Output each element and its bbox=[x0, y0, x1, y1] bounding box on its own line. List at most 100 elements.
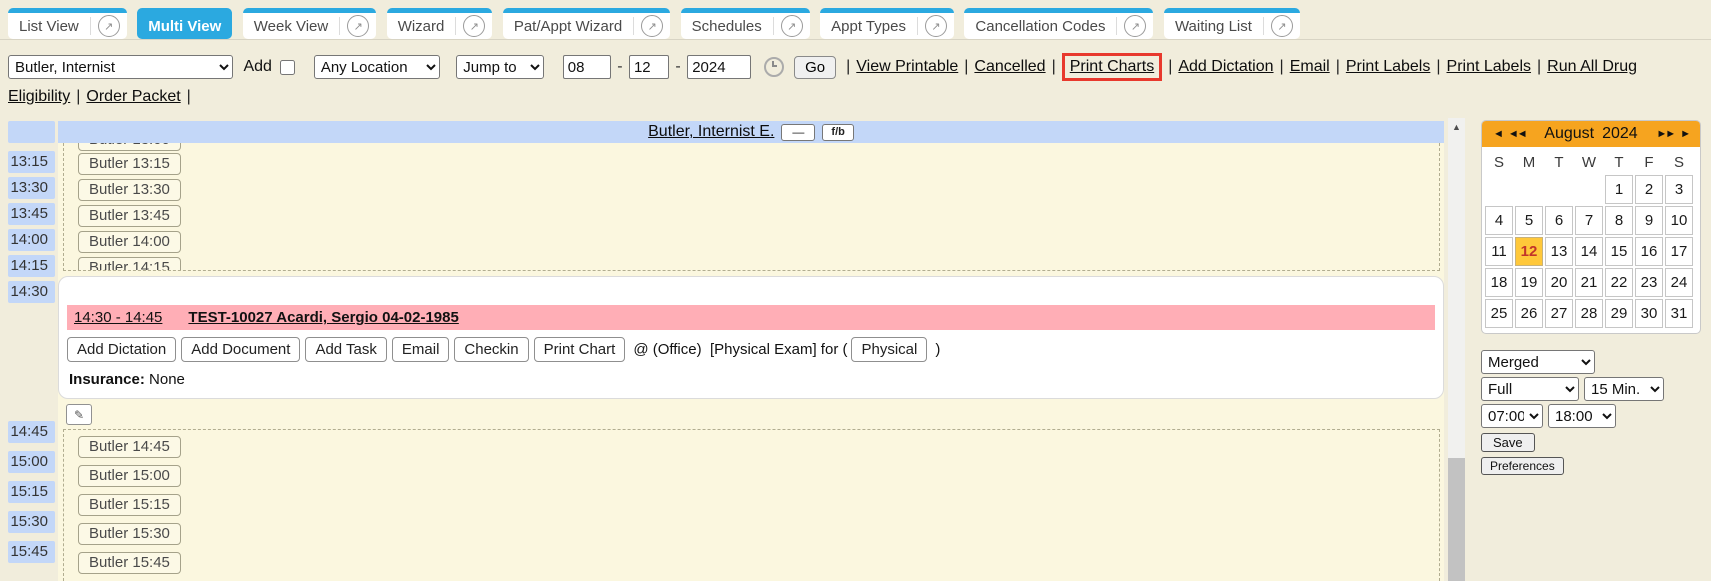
calendar-date[interactable]: 25 bbox=[1485, 299, 1513, 328]
appointment-action-button[interactable]: Add Document bbox=[181, 337, 300, 362]
appointment-action-button[interactable]: Print Chart bbox=[534, 337, 626, 362]
view-tab[interactable]: Cancellation Codes ↗ bbox=[964, 8, 1153, 39]
end-time-select[interactable]: 18:00 bbox=[1548, 404, 1616, 428]
provider-select[interactable]: Butler, Internist bbox=[8, 55, 233, 79]
open-new-window-button[interactable]: ↗ bbox=[634, 15, 670, 37]
open-new-window-button[interactable]: ↗ bbox=[91, 15, 127, 37]
date-day-input[interactable] bbox=[629, 55, 669, 79]
calendar-date[interactable]: 26 bbox=[1515, 299, 1543, 328]
appointment-action-button[interactable]: Add Task bbox=[305, 337, 386, 362]
calendar-date[interactable] bbox=[1485, 175, 1513, 204]
calendar-date[interactable]: 24 bbox=[1665, 268, 1693, 297]
slot-button[interactable]: Butler 13:45 bbox=[78, 205, 181, 227]
calendar-date[interactable]: 27 bbox=[1545, 299, 1573, 328]
slot-button[interactable]: Butler 15:00 bbox=[78, 465, 181, 487]
clock-icon[interactable] bbox=[764, 57, 784, 77]
slot-button[interactable]: Butler 14:45 bbox=[78, 436, 181, 458]
calendar-date[interactable]: 4 bbox=[1485, 206, 1513, 235]
open-new-window-button[interactable]: ↗ bbox=[340, 15, 376, 37]
preferences-button[interactable]: Preferences bbox=[1481, 457, 1564, 475]
calendar-date[interactable]: 22 bbox=[1605, 268, 1633, 297]
view-tab[interactable]: Wizard ↗ bbox=[387, 8, 493, 39]
slot-button[interactable]: Butler 13:15 bbox=[78, 153, 181, 175]
toolbar-link[interactable]: Print Labels bbox=[1346, 58, 1431, 75]
calendar-date[interactable]: 23 bbox=[1635, 268, 1663, 297]
edit-slot-button[interactable]: ✎ bbox=[66, 404, 92, 425]
slot-button[interactable]: Butler 15:15 bbox=[78, 494, 181, 516]
calendar-date[interactable]: 9 bbox=[1635, 206, 1663, 235]
calendar-date[interactable]: 18 bbox=[1485, 268, 1513, 297]
open-new-window-button[interactable]: ↗ bbox=[1264, 15, 1300, 37]
calendar-date[interactable] bbox=[1515, 175, 1543, 204]
appointment-action-button[interactable]: Email bbox=[392, 337, 450, 362]
slot-button[interactable]: Butler 15:45 bbox=[78, 552, 181, 574]
slot-button[interactable]: Butler 14:15 bbox=[78, 257, 181, 271]
view-tab[interactable]: Appt Types ↗ bbox=[820, 8, 954, 39]
location-select[interactable]: Any Location bbox=[314, 55, 440, 79]
calendar-date[interactable]: 17 bbox=[1665, 237, 1693, 266]
calendar-date[interactable]: 28 bbox=[1575, 299, 1603, 328]
view-tab[interactable]: List View ↗ bbox=[8, 8, 127, 39]
date-year-input[interactable] bbox=[687, 55, 751, 79]
collapse-button[interactable]: — bbox=[781, 124, 815, 141]
calendar-date[interactable]: 13 bbox=[1545, 237, 1573, 266]
calendar-date[interactable]: 1 bbox=[1605, 175, 1633, 204]
toolbar-link[interactable]: Print Charts bbox=[1062, 53, 1162, 81]
calendar-date[interactable]: 14 bbox=[1575, 237, 1603, 266]
jump-to-select[interactable]: Jump to bbox=[456, 55, 544, 79]
patient-link[interactable]: TEST-10027 Acardi, Sergio 04-02-1985 bbox=[188, 309, 458, 326]
calendar-date[interactable]: 31 bbox=[1665, 299, 1693, 328]
view-tab[interactable]: Waiting List ↗ bbox=[1164, 8, 1300, 39]
toolbar-link[interactable]: Email bbox=[1290, 58, 1330, 75]
calendar-date[interactable] bbox=[1545, 175, 1573, 204]
reason-button[interactable]: Physical bbox=[851, 337, 927, 362]
calendar-date[interactable]: 21 bbox=[1575, 268, 1603, 297]
open-new-window-button[interactable]: ↗ bbox=[1117, 15, 1153, 37]
toolbar-link[interactable]: Cancelled bbox=[974, 58, 1045, 75]
scrollbar-thumb[interactable] bbox=[1448, 458, 1465, 581]
calendar-date[interactable]: 10 bbox=[1665, 206, 1693, 235]
calendar-next-fast-icon[interactable]: ►► bbox=[1656, 128, 1674, 140]
calendar-date[interactable]: 29 bbox=[1605, 299, 1633, 328]
calendar-date[interactable]: 2 bbox=[1635, 175, 1663, 204]
slot-button[interactable]: Butler 15:30 bbox=[78, 523, 181, 545]
add-checkbox[interactable] bbox=[280, 60, 295, 75]
toolbar-link[interactable]: View Printable bbox=[856, 58, 958, 75]
open-new-window-button[interactable]: ↗ bbox=[456, 15, 492, 37]
calendar-date[interactable]: 8 bbox=[1605, 206, 1633, 235]
save-button[interactable]: Save bbox=[1481, 433, 1535, 452]
size-select[interactable]: Full bbox=[1481, 377, 1579, 401]
view-tab[interactable]: Schedules ↗ bbox=[681, 8, 810, 39]
calendar-date[interactable]: 6 bbox=[1545, 206, 1573, 235]
calendar-date[interactable]: 11 bbox=[1485, 237, 1513, 266]
calendar-date[interactable]: 5 bbox=[1515, 206, 1543, 235]
appointment-action-button[interactable]: Add Dictation bbox=[67, 337, 176, 362]
appointment-action-button[interactable]: Checkin bbox=[454, 337, 528, 362]
calendar-date[interactable]: 16 bbox=[1635, 237, 1663, 266]
view-mode-select[interactable]: Merged bbox=[1481, 350, 1595, 374]
slot-button[interactable]: Butler 13:00 bbox=[78, 143, 181, 151]
calendar-next-icon[interactable]: ► bbox=[1680, 128, 1689, 140]
view-tab[interactable]: Week View ↗ bbox=[243, 8, 376, 39]
calendar-date[interactable]: 20 bbox=[1545, 268, 1573, 297]
toolbar-link[interactable]: Order Packet bbox=[86, 88, 180, 105]
vertical-scrollbar[interactable]: ▲ bbox=[1448, 118, 1465, 581]
fb-button[interactable]: f/b bbox=[822, 124, 853, 141]
date-month-input[interactable] bbox=[563, 55, 611, 79]
calendar-date[interactable]: 7 bbox=[1575, 206, 1603, 235]
calendar-date[interactable]: 3 bbox=[1665, 175, 1693, 204]
appointment-time-link[interactable]: 14:30 - 14:45 bbox=[74, 309, 162, 326]
start-time-select[interactable]: 07:00 bbox=[1481, 404, 1543, 428]
calendar-date[interactable] bbox=[1575, 175, 1603, 204]
calendar-date[interactable]: 30 bbox=[1635, 299, 1663, 328]
calendar-date[interactable]: 15 bbox=[1605, 237, 1633, 266]
view-tab[interactable]: Pat/Appt Wizard ↗ bbox=[503, 8, 670, 39]
interval-select[interactable]: 15 Min. bbox=[1584, 377, 1664, 401]
scroll-up-button[interactable]: ▲ bbox=[1448, 118, 1465, 136]
open-new-window-button[interactable]: ↗ bbox=[918, 15, 954, 37]
toolbar-link[interactable]: Add Dictation bbox=[1178, 58, 1273, 75]
provider-link[interactable]: Butler, Internist E. bbox=[648, 123, 774, 141]
calendar-date[interactable]: 12 bbox=[1515, 237, 1543, 266]
toolbar-link[interactable]: Print Labels bbox=[1447, 58, 1532, 75]
view-tab[interactable]: Multi View ↗ bbox=[137, 8, 232, 39]
